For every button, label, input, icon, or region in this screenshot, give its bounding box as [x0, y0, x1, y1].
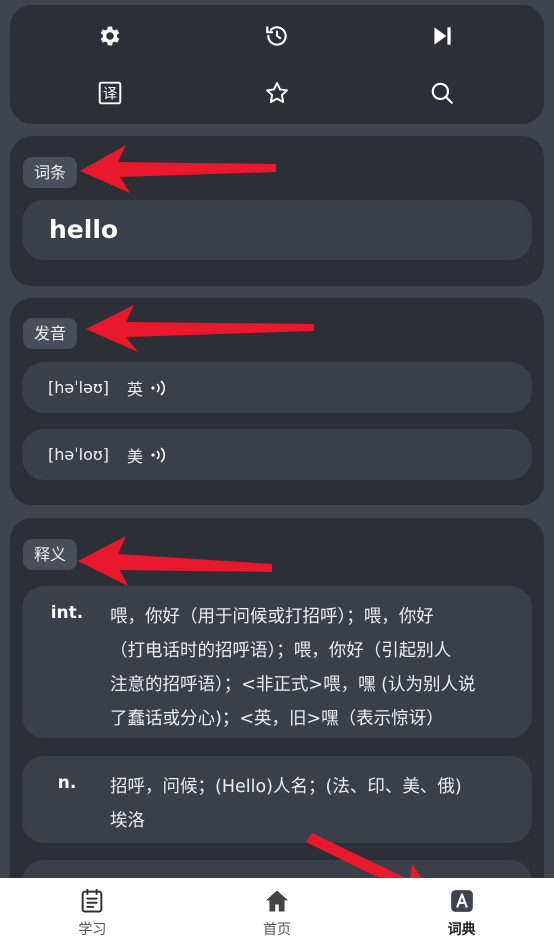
history-icon[interactable] — [255, 14, 299, 58]
pronunciation-uk-item[interactable]: [həˈləʊ] 英 — [22, 362, 532, 413]
star-icon[interactable] — [255, 71, 299, 115]
study-icon — [77, 886, 107, 916]
toolbar-card: 译 — [10, 5, 544, 124]
part-of-speech: int. — [50, 603, 84, 623]
definition-text: 招呼，问候；(Hello)人名；(法、印、美、俄) 埃洛 — [110, 777, 462, 831]
skip-next-icon[interactable] — [420, 14, 464, 58]
definition-item: int. 喂，你好（用于问候或打招呼）；喂，你好 （打电话时的招呼语）；喂，你好… — [22, 586, 532, 738]
word-text: hello — [49, 215, 119, 244]
translate-glyph: 译 — [103, 86, 117, 102]
definition-chip: 释义 — [23, 539, 78, 570]
speaker-icon[interactable] — [149, 446, 169, 464]
locale-label: 英 — [127, 379, 144, 399]
nav-label: 首页 — [263, 922, 291, 938]
definition-item: n. 招呼，问候；(Hello)人名；(法、印、美、俄) 埃洛 — [22, 756, 532, 843]
word-field[interactable]: hello — [22, 200, 532, 260]
speaker-icon[interactable] — [149, 379, 169, 397]
definition-text: 喂，你好（用于问候或打招呼）；喂，你好 （打电话时的招呼语）；喂，你好（引起别人… — [110, 607, 476, 729]
ipa-text: [həˈləʊ] — [48, 378, 110, 397]
pronunciation-us-item[interactable]: [həˈloʊ] 美 — [22, 429, 532, 480]
definition-card: 释义 int. 喂，你好（用于问候或打招呼）；喂，你好 （打电话时的招呼语）；喂… — [10, 518, 544, 920]
entry-chip: 词条 — [23, 157, 78, 188]
part-of-speech: n. — [57, 773, 77, 793]
ipa-text: [həˈloʊ] — [48, 445, 109, 464]
translate-icon[interactable]: 译 — [88, 71, 132, 115]
gear-icon[interactable] — [88, 14, 132, 58]
nav-label: 词典 — [447, 922, 476, 938]
nav-label: 学习 — [78, 922, 107, 938]
dictionary-screen: 译 词条 hello 发音 [həˈləʊ] 英 [həˈloʊ] 美 释义 i… — [0, 0, 554, 944]
nav-home[interactable]: 首页 — [185, 878, 370, 944]
bottom-nav: 学习 首页 词典 — [0, 878, 554, 944]
pronunciation-chip: 发音 — [23, 318, 78, 349]
pronunciation-card: 发音 [həˈləʊ] 英 [həˈloʊ] 美 — [10, 298, 544, 505]
search-icon[interactable] — [420, 71, 464, 115]
locale-label: 美 — [126, 446, 143, 466]
nav-dictionary[interactable]: 词典 — [369, 878, 554, 944]
entry-card: 词条 hello — [10, 136, 544, 286]
nav-study[interactable]: 学习 — [0, 878, 185, 944]
home-icon — [262, 886, 292, 916]
dictionary-icon — [447, 886, 477, 916]
